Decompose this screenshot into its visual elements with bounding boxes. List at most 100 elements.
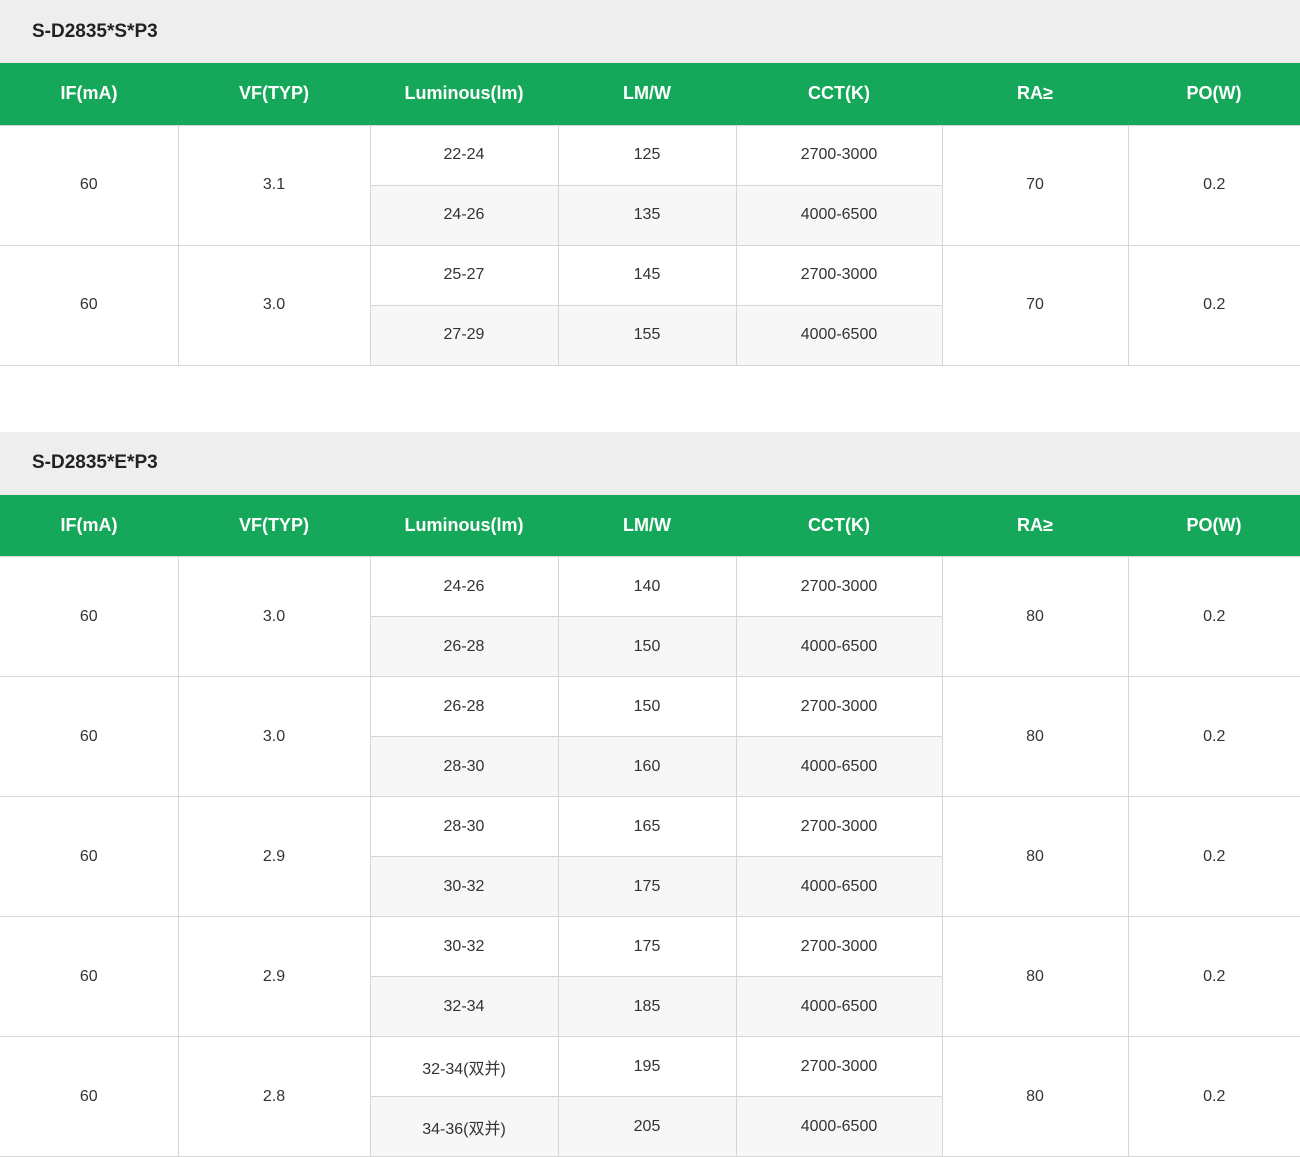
cell-if: 60 (0, 796, 179, 917)
cell-cct: 2700-3000 (735, 244, 943, 306)
spec-section-1: S-D2835*S*P3 IF(mA) VF(TYP) Luminous(lm)… (0, 0, 1300, 366)
header-if: IF(mA) (60, 514, 118, 535)
cell-ra: 80 (941, 796, 1129, 917)
header-cct: CCT(K) (808, 514, 870, 535)
cell-po: 0.2 (1127, 556, 1300, 677)
cell-po: 0.2 (1127, 124, 1300, 246)
cell-lmw: 175 (557, 856, 737, 917)
cell-cct: 4000-6500 (735, 1096, 942, 1157)
cell-cct: 2700-3000 (735, 124, 943, 186)
cell-lmw: 145 (557, 244, 737, 306)
cell-if: 60 (0, 556, 179, 677)
cell-luminous: 30-32 (370, 856, 559, 917)
table-row: 60 2.9 28-30 165 2700-3000 80 0.2 (0, 796, 1300, 917)
cell-lmw: 160 (557, 736, 737, 797)
section-title: S-D2835*E*P3 (0, 431, 1300, 495)
cell-po: 0.2 (1127, 676, 1300, 797)
cell-luminous: 24-26 (370, 184, 559, 246)
cell-lmw: 165 (557, 796, 737, 857)
spec-section-2: S-D2835*E*P3 IF(mA) VF(TYP) Luminous(lm)… (0, 431, 1300, 1157)
cell-ra: 80 (941, 556, 1129, 677)
cell-luminous: 25-27 (369, 244, 559, 306)
cell-vf: 3.0 (177, 676, 371, 797)
cell-cct: 4000-6500 (735, 304, 942, 366)
header-vf: VF(TYP) (239, 83, 309, 104)
cell-if: 60 (0, 244, 179, 366)
table-row: 60 2.8 32-34(双并) 195 2700-3000 80 0.2 (0, 1036, 1300, 1157)
cell-luminous: 24-26 (369, 556, 559, 617)
cell-po: 0.2 (1127, 916, 1300, 1037)
spec-table: IF(mA) VF(TYP) Luminous(lm) LM/W CCT(K) … (0, 494, 1300, 1157)
cell-lmw: 195 (557, 1036, 737, 1097)
cell-cct: 4000-6500 (735, 736, 942, 797)
header-ra: RA≥ (1017, 514, 1053, 535)
header-luminous: Luminous(lm) (404, 514, 524, 535)
cell-luminous: 32-34(双并) (369, 1036, 559, 1097)
table-header-row: IF(mA) VF(TYP) Luminous(lm) LM/W CCT(K) … (0, 494, 1300, 557)
cell-vf: 3.0 (177, 244, 371, 366)
cell-luminous: 28-30 (369, 796, 559, 857)
cell-luminous: 32-34 (370, 976, 559, 1037)
cell-cct: 4000-6500 (735, 184, 942, 246)
section-title: S-D2835*S*P3 (0, 0, 1300, 63)
cell-cct: 4000-6500 (735, 856, 942, 917)
cell-lmw: 150 (557, 616, 737, 677)
header-po: PO(W) (1186, 514, 1242, 535)
cell-luminous: 30-32 (369, 916, 559, 977)
cell-luminous: 34-36(双并) (370, 1096, 559, 1157)
cell-cct: 4000-6500 (735, 976, 942, 1037)
header-lmw: LM/W (623, 83, 671, 104)
cell-ra: 70 (941, 244, 1129, 366)
cell-po: 0.2 (1127, 1036, 1300, 1157)
cell-cct: 2700-3000 (735, 796, 943, 857)
cell-ra: 80 (941, 676, 1129, 797)
header-lmw: LM/W (623, 514, 671, 535)
cell-luminous: 26-28 (370, 616, 559, 677)
cell-ra: 80 (941, 1036, 1129, 1157)
cell-lmw: 205 (557, 1096, 737, 1157)
cell-luminous: 22-24 (369, 124, 559, 186)
table-row: 60 3.0 25-27 145 2700-3000 70 0.2 (0, 244, 1300, 366)
header-ra: RA≥ (1017, 83, 1053, 104)
cell-luminous: 27-29 (370, 304, 559, 366)
cell-cct: 2700-3000 (735, 556, 943, 617)
cell-lmw: 175 (557, 916, 737, 977)
header-po: PO(W) (1186, 83, 1242, 104)
cell-cct: 2700-3000 (735, 676, 943, 737)
spec-table: IF(mA) VF(TYP) Luminous(lm) LM/W CCT(K) … (0, 63, 1300, 366)
cell-if: 60 (0, 1036, 179, 1157)
cell-vf: 2.8 (177, 1036, 371, 1157)
cell-lmw: 125 (557, 124, 737, 186)
cell-lmw: 150 (557, 676, 737, 737)
cell-if: 60 (0, 916, 179, 1037)
cell-if: 60 (0, 676, 179, 797)
cell-po: 0.2 (1127, 796, 1300, 917)
cell-ra: 80 (941, 916, 1129, 1037)
cell-luminous: 28-30 (370, 736, 559, 797)
cell-lmw: 185 (557, 976, 737, 1037)
table-header-row: IF(mA) VF(TYP) Luminous(lm) LM/W CCT(K) … (0, 63, 1300, 125)
header-luminous: Luminous(lm) (404, 83, 524, 104)
cell-cct: 2700-3000 (735, 1036, 943, 1097)
cell-if: 60 (0, 124, 179, 246)
cell-vf: 3.1 (177, 124, 371, 246)
cell-po: 0.2 (1127, 244, 1300, 366)
table-row: 60 3.0 24-26 140 2700-3000 80 0.2 (0, 556, 1300, 677)
cell-lmw: 155 (557, 304, 737, 366)
table-row: 60 2.9 30-32 175 2700-3000 80 0.2 (0, 916, 1300, 1037)
cell-ra: 70 (941, 124, 1129, 246)
cell-vf: 2.9 (177, 916, 371, 1037)
cell-luminous: 26-28 (369, 676, 559, 737)
cell-vf: 2.9 (177, 796, 371, 917)
cell-vf: 3.0 (177, 556, 371, 677)
header-vf: VF(TYP) (239, 514, 309, 535)
header-if: IF(mA) (60, 83, 118, 104)
cell-cct: 2700-3000 (735, 916, 943, 977)
table-row: 60 3.0 26-28 150 2700-3000 80 0.2 (0, 676, 1300, 797)
table-row: 60 3.1 22-24 125 2700-3000 70 0.2 (0, 124, 1300, 246)
header-cct: CCT(K) (808, 83, 870, 104)
cell-cct: 4000-6500 (735, 616, 942, 677)
cell-lmw: 135 (557, 184, 737, 246)
cell-lmw: 140 (557, 556, 737, 617)
